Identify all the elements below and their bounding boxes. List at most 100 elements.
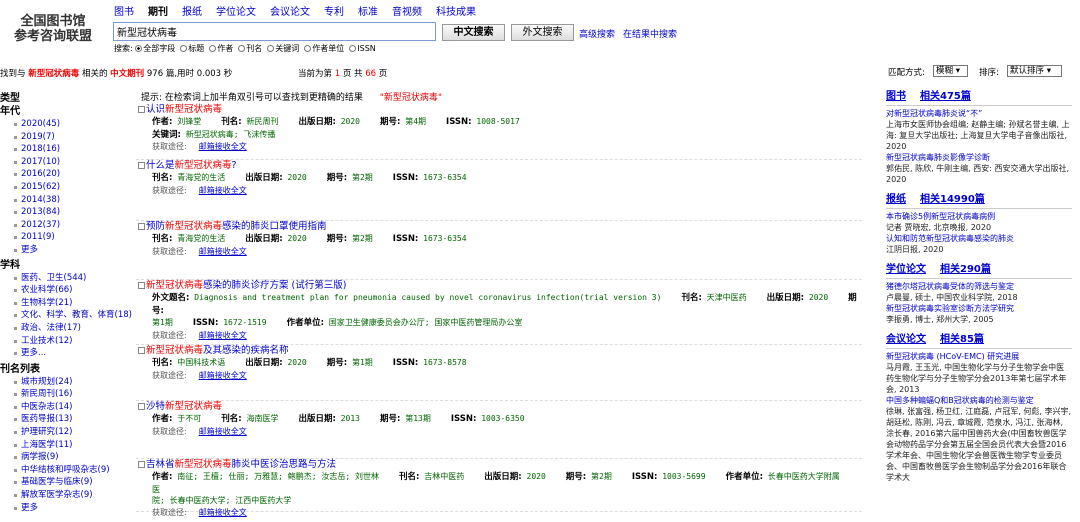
nav-tab[interactable]: 图书	[114, 7, 134, 18]
facet-item[interactable]: 病学报(9)	[0, 451, 135, 464]
nav-tab[interactable]: 学位论文	[216, 7, 256, 18]
result-checkbox[interactable]	[138, 347, 145, 354]
result-checkbox[interactable]	[138, 403, 145, 410]
facet-item[interactable]: 更多	[0, 244, 135, 257]
search-field-option[interactable]: 作者单位	[304, 44, 344, 53]
related-type[interactable]: 报纸	[886, 194, 906, 205]
nav-tab[interactable]: 专利	[324, 7, 344, 18]
related-item-title[interactable]: 新型冠状病毒肺炎影像学诊断	[886, 152, 1072, 163]
result-checkbox[interactable]	[138, 223, 145, 230]
email-fulltext-link[interactable]: 邮箱接收全文	[199, 427, 247, 436]
result-title-highlight[interactable]: 新型冠状病毒	[146, 345, 203, 356]
result-title[interactable]: 沙特新型冠状病毒	[136, 401, 862, 413]
facet-item[interactable]: 更多	[0, 502, 135, 515]
facet-item[interactable]: 更多...	[0, 347, 135, 360]
nav-tab[interactable]: 科技成果	[436, 7, 476, 18]
facet-item[interactable]: 2012(37)	[0, 219, 135, 232]
facet-item[interactable]: 工业技术(12)	[0, 335, 135, 348]
search-field-option[interactable]: 全部字段	[135, 44, 175, 53]
facet-item[interactable]: 城市规划(24)	[0, 376, 135, 389]
result-title-pre[interactable]: 认识	[146, 104, 165, 115]
result-title[interactable]: 新型冠状病毒及其感染的疾病名称	[136, 345, 862, 357]
result-checkbox[interactable]	[138, 461, 145, 468]
related-type[interactable]: 学位论文	[886, 264, 926, 275]
related-count[interactable]: 相关475篇	[920, 91, 971, 102]
facet-item[interactable]: 2011(9)	[0, 231, 135, 244]
related-block-heading[interactable]: 图书 相关475篇	[886, 90, 1072, 106]
email-fulltext-link[interactable]: 邮箱接收全文	[199, 331, 247, 340]
search-input[interactable]	[113, 22, 436, 41]
nav-tab[interactable]: 标准	[358, 7, 378, 18]
advanced-search-link[interactable]: 高级搜索	[579, 27, 615, 40]
search-field-option[interactable]: 标题	[180, 44, 204, 53]
result-title-pre[interactable]: 沙特	[146, 401, 165, 412]
facet-item[interactable]: 政治、法律(17)	[0, 322, 135, 335]
related-item-title[interactable]: 新型冠状病毒实验室诊断方法学研究	[886, 303, 1072, 314]
facet-item[interactable]: 中华结核和呼吸杂志(9)	[0, 464, 135, 477]
result-title[interactable]: 什么是新型冠状病毒?	[136, 160, 862, 172]
result-title-highlight[interactable]: 新型冠状病毒	[165, 104, 222, 115]
facet-item[interactable]: 2019(7)	[0, 131, 135, 144]
radio-button[interactable]	[267, 45, 275, 52]
facet-item[interactable]: 2013(84)	[0, 206, 135, 219]
nav-tab[interactable]: 音视频	[392, 7, 422, 18]
foreign-search-button[interactable]: 外文搜索	[511, 24, 574, 41]
facet-item[interactable]: 医药、卫生(544)	[0, 272, 135, 285]
result-title-highlight[interactable]: 新型冠状病毒	[175, 160, 232, 171]
nav-tab[interactable]: 会议论文	[270, 7, 310, 18]
result-title[interactable]: 认识新型冠状病毒	[136, 104, 862, 116]
result-title-highlight[interactable]: 新型冠状病毒	[146, 280, 203, 291]
result-title[interactable]: 预防新型冠状病毒感染的肺炎口罩使用指南	[136, 221, 862, 233]
facet-item[interactable]: 医药导报(13)	[0, 413, 135, 426]
related-block-heading[interactable]: 学位论文 相关290篇	[886, 263, 1072, 279]
related-count[interactable]: 相关85篇	[940, 334, 984, 345]
result-title-post[interactable]: 感染的肺炎诊疗方案 (试行第三版)	[203, 280, 346, 291]
result-title[interactable]: 新型冠状病毒感染的肺炎诊疗方案 (试行第三版)	[136, 280, 862, 292]
email-fulltext-link[interactable]: 邮箱接收全文	[199, 371, 247, 380]
related-type[interactable]: 会议论文	[886, 334, 926, 345]
related-count[interactable]: 相关290篇	[940, 264, 991, 275]
search-field-option[interactable]: 关键词	[267, 44, 299, 53]
result-title-post[interactable]: 肺炎中医诊治思路与方法	[232, 459, 337, 470]
related-item-title[interactable]: 对新型冠状病毒肺炎说“不”	[886, 108, 1072, 119]
facet-item[interactable]: 2014(38)	[0, 194, 135, 207]
facet-item[interactable]: 中医杂志(14)	[0, 401, 135, 414]
facet-item[interactable]: 新民周刊(16)	[0, 388, 135, 401]
related-item-title[interactable]: 新型冠状病毒 (HCoV-EMC) 研究进展	[886, 351, 1072, 362]
email-fulltext-link[interactable]: 邮箱接收全文	[199, 186, 247, 195]
result-title-highlight[interactable]: 新型冠状病毒	[165, 401, 222, 412]
nav-tab[interactable]: 期刊	[148, 7, 168, 18]
related-block-heading[interactable]: 报纸 相关14990篇	[886, 193, 1072, 209]
facet-item[interactable]: 2018(16)	[0, 143, 135, 156]
result-title-highlight[interactable]: 新型冠状病毒	[165, 221, 222, 232]
radio-button[interactable]	[304, 45, 312, 52]
radio-button[interactable]	[209, 45, 217, 52]
related-block-heading[interactable]: 会议论文 相关85篇	[886, 333, 1072, 349]
facet-item[interactable]: 农业科学(66)	[0, 284, 135, 297]
result-title-highlight[interactable]: 新型冠状病毒	[175, 459, 232, 470]
facet-item[interactable]: 生物科学(21)	[0, 297, 135, 310]
result-title-post[interactable]: 及其感染的疾病名称	[203, 345, 289, 356]
related-count[interactable]: 相关14990篇	[920, 194, 985, 205]
facet-item[interactable]: 护理研究(12)	[0, 426, 135, 439]
radio-button[interactable]	[135, 45, 143, 52]
radio-button[interactable]	[238, 45, 246, 52]
radio-button[interactable]	[180, 45, 188, 52]
result-checkbox[interactable]	[138, 162, 145, 169]
facet-item[interactable]: 解放军医学杂志(9)	[0, 489, 135, 502]
result-title-post[interactable]: ?	[232, 160, 237, 171]
chinese-search-button[interactable]: 中文搜索	[442, 24, 505, 41]
sort-select[interactable]: 默认排序 ▾	[1007, 65, 1062, 77]
search-field-option[interactable]: ISSN	[349, 44, 376, 53]
result-title-pre[interactable]: 什么是	[146, 160, 175, 171]
related-item-title[interactable]: 认知和防范新型冠状病毒感染的肺炎	[886, 233, 1072, 244]
email-fulltext-link[interactable]: 邮箱接收全文	[199, 247, 247, 256]
related-item-title[interactable]: 中国多种蝙蝠Q和B冠状病毒的检测与鉴定	[886, 395, 1072, 406]
facet-item[interactable]: 上海医学(11)	[0, 439, 135, 452]
match-mode-select[interactable]: 模糊 ▾	[933, 65, 968, 77]
result-title-post[interactable]: 感染的肺炎口罩使用指南	[222, 221, 327, 232]
related-type[interactable]: 图书	[886, 91, 906, 102]
facet-item[interactable]: 2017(10)	[0, 156, 135, 169]
result-checkbox[interactable]	[138, 106, 145, 113]
result-checkbox[interactable]	[138, 282, 145, 289]
